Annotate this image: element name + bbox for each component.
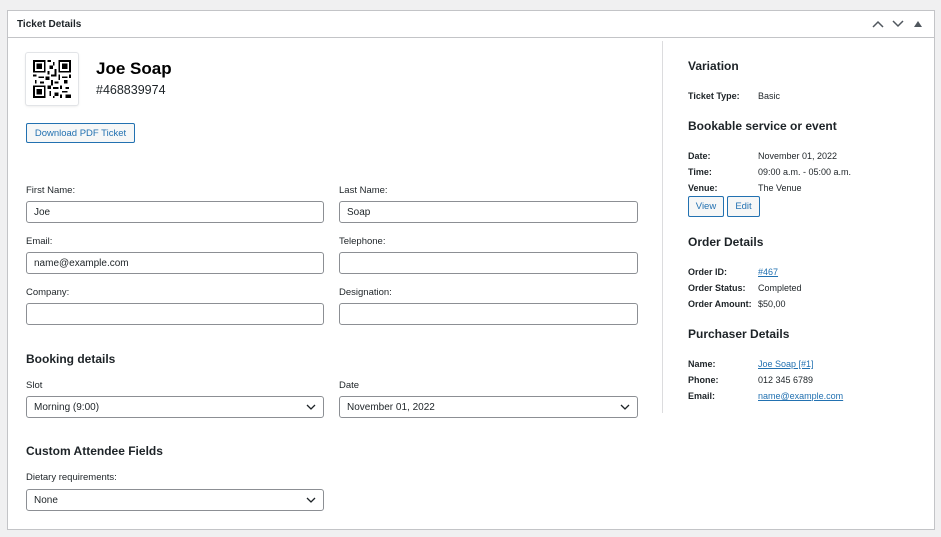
dietary-select[interactable]: None [26, 489, 324, 511]
designation-field[interactable] [339, 303, 638, 325]
order-id-row: Order ID: #467 [688, 267, 778, 277]
telephone-label: Telephone: [339, 236, 386, 247]
booking-time-value: 09:00 a.m. - 05:00 a.m. [758, 167, 852, 177]
header-controls [870, 16, 926, 32]
variation-heading: Variation [688, 59, 739, 73]
dietary-selected-value: None [34, 494, 58, 506]
triangle-up-icon [914, 21, 922, 27]
ticket-type-row: Ticket Type: Basic [688, 91, 780, 101]
ticket-type-value: Basic [758, 91, 781, 101]
panel-header: Ticket Details [8, 11, 934, 38]
purchaser-name-link[interactable]: Joe Soap [#1] [758, 359, 814, 369]
date-label: Date [339, 380, 360, 391]
purchaser-details-heading: Purchaser Details [688, 327, 790, 341]
designation-label: Designation: [339, 287, 392, 298]
attendee-form-area: Joe Soap #468839974 Download PDF Ticket … [8, 39, 662, 529]
qr-code-icon [33, 60, 71, 98]
company-label: Company: [26, 287, 70, 298]
purchaser-phone-value: 012 345 6789 [758, 375, 814, 385]
chevron-down-icon [306, 497, 316, 503]
date-select[interactable]: November 01, 2022 [339, 396, 638, 418]
chevron-down-icon [892, 20, 904, 28]
telephone-field[interactable] [339, 252, 638, 274]
panel-title: Ticket Details [17, 18, 82, 30]
booking-date-row: Date: November 01, 2022 [688, 151, 837, 161]
bookable-heading: Bookable service or event [688, 119, 837, 133]
ticket-details-panel: Ticket Details Joe Soap #468839974 Downl… [7, 10, 935, 530]
slot-select[interactable]: Morning (9:00) [26, 396, 324, 418]
order-id-key: Order ID: [688, 267, 728, 277]
order-id-link[interactable]: #467 [758, 267, 778, 277]
company-field[interactable] [26, 303, 324, 325]
slot-selected-value: Morning (9:00) [34, 401, 100, 413]
column-divider [662, 41, 663, 413]
purchaser-name-row: Name: Joe Soap [#1] [688, 359, 814, 369]
purchaser-email-row: Email: name@example.com [688, 391, 843, 401]
booking-details-heading: Booking details [26, 352, 116, 366]
order-status-row: Order Status: Completed [688, 283, 802, 293]
order-amount-key: Order Amount: [688, 299, 752, 309]
booking-date-value: November 01, 2022 [758, 151, 838, 161]
booking-time-row: Time: 09:00 a.m. - 05:00 a.m. [688, 167, 851, 177]
move-down-button[interactable] [890, 16, 906, 32]
ticket-type-key: Ticket Type: [688, 91, 740, 101]
purchaser-name-key: Name: [688, 359, 716, 369]
email-label: Email: [26, 236, 53, 247]
date-selected-value: November 01, 2022 [347, 401, 435, 413]
chevron-up-icon [872, 20, 884, 28]
purchaser-phone-key: Phone: [688, 375, 719, 385]
booking-time-key: Time: [688, 167, 712, 177]
download-pdf-button[interactable]: Download PDF Ticket [26, 123, 135, 143]
order-details-heading: Order Details [688, 235, 764, 249]
email-field[interactable]: name@example.com [26, 252, 324, 274]
booking-date-key: Date: [688, 151, 711, 161]
order-status-value: Completed [758, 283, 802, 293]
booking-venue-key: Venue: [688, 183, 718, 193]
order-amount-row: Order Amount: $50,00 [688, 299, 786, 309]
purchaser-phone-row: Phone: 012 345 6789 [688, 375, 813, 385]
custom-attendee-fields-heading: Custom Attendee Fields [26, 444, 163, 458]
attendee-name: Joe Soap [96, 59, 172, 78]
purchaser-email-link[interactable]: name@example.com [758, 391, 843, 401]
ticket-number: #468839974 [96, 83, 166, 97]
purchaser-email-key: Email: [688, 391, 716, 401]
edit-booking-button[interactable]: Edit [727, 196, 760, 217]
last-name-field[interactable]: Soap [339, 201, 638, 223]
booking-venue-value: The Venue [758, 183, 802, 193]
move-up-button[interactable] [870, 16, 886, 32]
order-amount-value: $50,00 [758, 299, 786, 309]
chevron-down-icon [306, 404, 316, 410]
dietary-label: Dietary requirements: [26, 472, 117, 483]
qr-code-frame [26, 53, 78, 105]
last-name-label: Last Name: [339, 185, 388, 196]
first-name-label: First Name: [26, 185, 76, 196]
chevron-down-icon [620, 404, 630, 410]
toggle-panel-button[interactable] [910, 16, 926, 32]
booking-venue-row: Venue: The Venue [688, 183, 802, 193]
first-name-field[interactable]: Joe [26, 201, 324, 223]
slot-label: Slot [26, 380, 43, 391]
view-booking-button[interactable]: View [688, 196, 724, 217]
order-status-key: Order Status: [688, 283, 746, 293]
